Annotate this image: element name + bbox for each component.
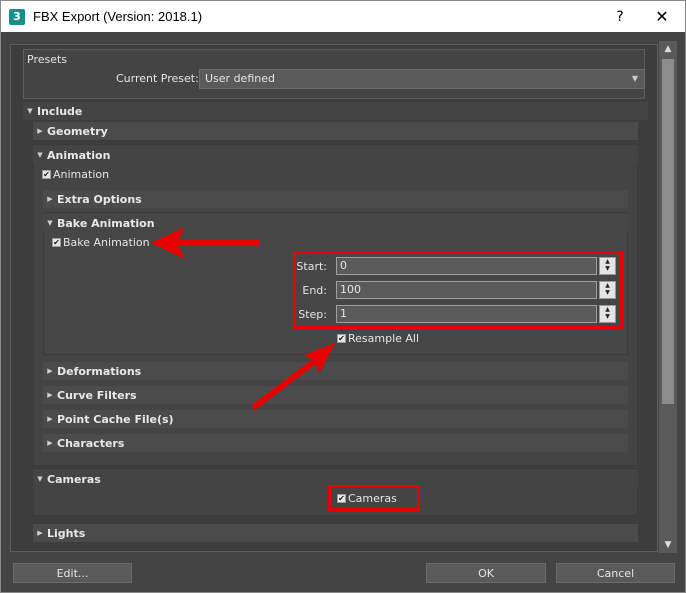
arrow-to-bake-animation [151, 227, 259, 259]
annotation-arrows [151, 227, 335, 411]
fbx-export-window: 3 FBX Export (Version: 2018.1) ? ✕ Prese… [0, 0, 686, 593]
arrow-to-resample-all [251, 343, 335, 411]
